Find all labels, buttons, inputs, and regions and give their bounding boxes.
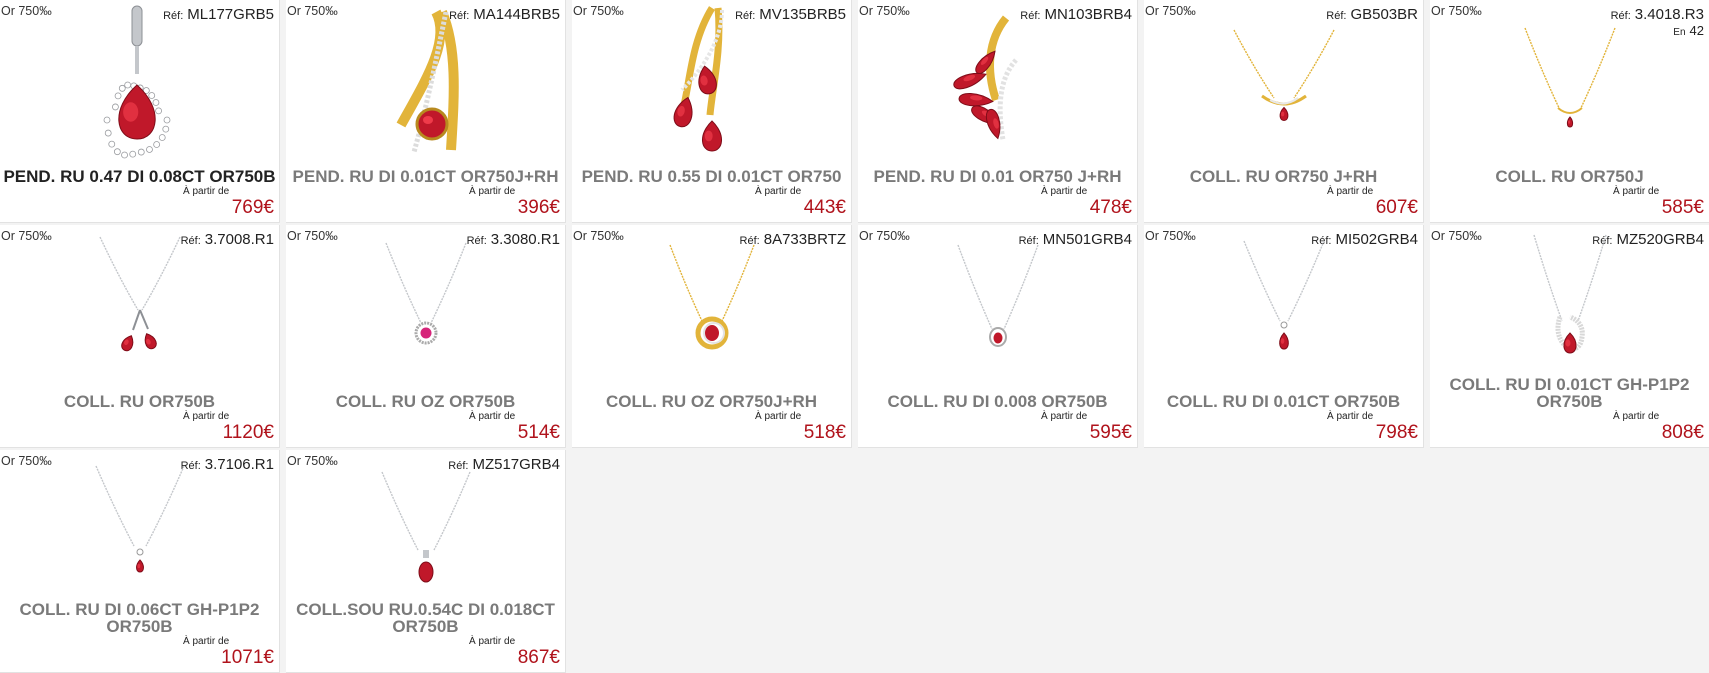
necklace-pave-swirl-icon[interactable] bbox=[1430, 225, 1709, 390]
necklace-tiny-drop-icon[interactable] bbox=[0, 450, 279, 615]
product-price: 607€ bbox=[1375, 197, 1418, 218]
product-card[interactable]: Or 750‰ Réf: MZ520GRB4 COLL. RU DI 0.01CT… bbox=[1430, 225, 1709, 448]
necklace-small-drop-icon[interactable] bbox=[858, 225, 1137, 390]
necklace-pear-drop-icon[interactable] bbox=[1144, 225, 1423, 390]
pendant-gold-swirl-icon[interactable] bbox=[286, 0, 565, 165]
product-price: 769€ bbox=[231, 197, 274, 218]
pendant-three-drops-icon[interactable] bbox=[572, 0, 851, 165]
from-price-label: À partir de bbox=[1327, 411, 1374, 422]
product-price: 396€ bbox=[517, 197, 560, 218]
product-card[interactable]: Or 750‰ Réf: GB503BR COLL. RU OR750 J+RH … bbox=[1144, 0, 1424, 223]
pendant-teardrop-halo-icon[interactable] bbox=[0, 0, 279, 165]
product-name[interactable]: COLL.SOU RU.0.54C DI 0.018CT OR750B bbox=[286, 601, 565, 635]
product-price: 1120€ bbox=[222, 422, 274, 443]
product-card[interactable]: Or 750‰ Réf: 3.7106.R1 COLL. RU DI 0.06CT… bbox=[0, 450, 280, 673]
product-card[interactable]: Or 750‰ Réf: MN103BRB4 PEND. RU DI 0.01 O… bbox=[858, 0, 1138, 223]
product-price: 798€ bbox=[1375, 422, 1418, 443]
from-price-label: À partir de bbox=[1041, 186, 1088, 197]
product-name[interactable]: COLL. RU DI 0.008 OR750B bbox=[858, 393, 1137, 410]
from-price-label: À partir de bbox=[183, 636, 230, 647]
product-name[interactable]: PEND. RU DI 0.01 OR750 J+RH bbox=[858, 168, 1137, 185]
from-price-label: À partir de bbox=[755, 411, 802, 422]
from-price-label: À partir de bbox=[755, 186, 802, 197]
product-name[interactable]: COLL. RU OR750 J+RH bbox=[1144, 168, 1423, 185]
necklace-gold-v-icon[interactable] bbox=[1144, 0, 1423, 165]
product-name[interactable]: COLL. RU OR750J bbox=[1430, 168, 1709, 185]
necklace-oval-ruby-icon[interactable] bbox=[286, 450, 565, 615]
product-card[interactable]: Or 750‰ Réf: MZ517GRB4 COLL.SOU RU.0.54C … bbox=[286, 450, 566, 673]
product-price: 808€ bbox=[1661, 422, 1704, 443]
product-price: 585€ bbox=[1661, 197, 1704, 218]
from-price-label: À partir de bbox=[183, 411, 230, 422]
from-price-label: À partir de bbox=[1613, 186, 1660, 197]
product-card[interactable]: Or 750‰ Réf: MA144BRB5 PEND. RU DI 0.01CT… bbox=[286, 0, 566, 223]
necklace-gold-thin-icon[interactable] bbox=[1430, 0, 1709, 165]
from-price-label: À partir de bbox=[1613, 411, 1660, 422]
product-name[interactable]: PEND. RU DI 0.01CT OR750J+RH bbox=[286, 168, 565, 185]
from-price-label: À partir de bbox=[469, 411, 516, 422]
product-card[interactable]: Or 750‰ Réf: MV135BRB5 PEND. RU 0.55 DI 0… bbox=[572, 0, 852, 223]
necklace-gold-circle-icon[interactable] bbox=[572, 225, 851, 390]
product-price: 1071€ bbox=[221, 647, 274, 668]
product-card[interactable]: Or 750‰ Réf: 8A733BRTZ COLL. RU OZ OR750J… bbox=[572, 225, 852, 448]
from-price-label: À partir de bbox=[1041, 411, 1088, 422]
product-name[interactable]: PEND. RU 0.55 DI 0.01CT OR750 bbox=[572, 168, 851, 185]
pendant-leaf-rubies-icon[interactable] bbox=[858, 0, 1137, 165]
product-grid: Or 750‰ Réf: ML177GRB5 PEND. RU 0.47 DI 0… bbox=[0, 0, 1709, 673]
product-price: 867€ bbox=[517, 647, 560, 668]
product-price: 514€ bbox=[517, 422, 560, 443]
product-card[interactable]: Or 750‰ Réf: 3.4018.R3 En 42 COLL. RU OR75… bbox=[1430, 0, 1709, 223]
product-card[interactable]: Or 750‰ Réf: 3.7008.R1 COLL. RU OR750B À … bbox=[0, 225, 280, 448]
product-card[interactable]: Or 750‰ Réf: MN501GRB4 COLL. RU DI 0.008 … bbox=[858, 225, 1138, 448]
from-price-label: À partir de bbox=[183, 186, 230, 197]
product-price: 518€ bbox=[803, 422, 846, 443]
necklace-twin-drops-icon[interactable] bbox=[0, 225, 279, 390]
product-card[interactable]: Or 750‰ Réf: ML177GRB5 PEND. RU 0.47 DI 0… bbox=[0, 0, 280, 223]
product-name[interactable]: COLL. RU OZ OR750B bbox=[286, 393, 565, 410]
necklace-round-halo-icon[interactable] bbox=[286, 225, 565, 390]
product-price: 443€ bbox=[803, 197, 846, 218]
from-price-label: À partir de bbox=[469, 636, 516, 647]
product-name[interactable]: COLL. RU OR750B bbox=[0, 393, 279, 410]
from-price-label: À partir de bbox=[469, 186, 516, 197]
product-name[interactable]: COLL. RU DI 0.01CT OR750B bbox=[1144, 393, 1423, 410]
product-name[interactable]: COLL. RU DI 0.06CT GH-P1P2 OR750B bbox=[0, 601, 279, 635]
product-name[interactable]: PEND. RU 0.47 DI 0.08CT OR750B bbox=[0, 168, 279, 185]
product-price: 595€ bbox=[1089, 422, 1132, 443]
product-card[interactable]: Or 750‰ Réf: MI502GRB4 COLL. RU DI 0.01CT… bbox=[1144, 225, 1424, 448]
product-price: 478€ bbox=[1089, 197, 1132, 218]
product-name[interactable]: COLL. RU DI 0.01CT GH-P1P2 OR750B bbox=[1430, 376, 1709, 410]
product-card[interactable]: Or 750‰ Réf: 3.3080.R1 COLL. RU OZ OR750B… bbox=[286, 225, 566, 448]
from-price-label: À partir de bbox=[1327, 186, 1374, 197]
product-name[interactable]: COLL. RU OZ OR750J+RH bbox=[572, 393, 851, 410]
